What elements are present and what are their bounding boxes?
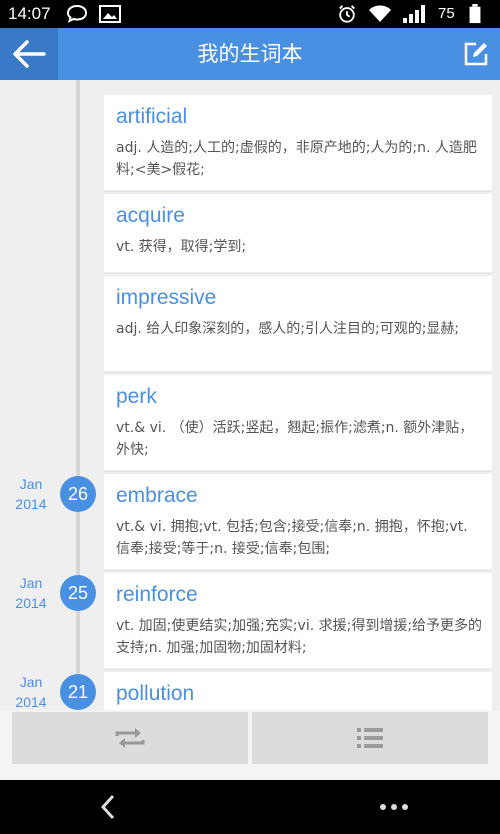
- review-button[interactable]: [12, 712, 248, 764]
- battery-level: 75: [438, 5, 455, 22]
- app-bar: 我的生词本: [0, 28, 500, 80]
- date-month: Jan: [19, 575, 43, 591]
- word-card: impressive adj. 给人印象深刻的，感人的;引人注目的;可观的;显赫…: [104, 276, 492, 371]
- status-bar: 14:07 75: [0, 0, 500, 28]
- chat-notification-icon: [66, 4, 88, 23]
- word-card: acquire vt. 获得，取得;学到;: [104, 194, 492, 272]
- definition-text: vt.& vi. （使）活跃;竖起，翘起;振作;滤煮;n. 额外津贴，外快;: [116, 420, 474, 458]
- system-menu-button[interactable]: [372, 788, 416, 826]
- signal-icon: [403, 5, 425, 23]
- date-year: 2014: [15, 694, 47, 710]
- list-item[interactable]: Jan 2014 21 pollution: [0, 670, 500, 710]
- back-button[interactable]: [0, 28, 58, 80]
- chevron-left-icon: [100, 794, 115, 820]
- word-card: perk vt.& vi. （使）活跃;竖起，翘起;振作;滤煮;n. 额外津贴，…: [104, 375, 492, 470]
- word-card: reinforce vt. 加固;使更结实;加强;充实;vi. 求援;得到增援;…: [104, 573, 492, 668]
- list-item[interactable]: acquire vt. 获得，取得;学到;: [0, 192, 500, 274]
- date-month: Jan: [19, 674, 43, 690]
- more-dots-icon: [380, 804, 408, 810]
- list-view-button[interactable]: [252, 712, 488, 764]
- definition-text: vt. 加固;使更结实;加强;充实;vi. 求援;得到增援;给予更多的支持;n.…: [116, 618, 483, 656]
- word-card: artificial adj. 人造的;人工的;虚假的，非原产地的;人为的;n.…: [104, 95, 492, 190]
- date-year: 2014: [15, 595, 47, 611]
- definition-text: vt.& vi. 拥抱;vt. 包括;包含;接受;信奉;n. 拥抱，怀抱;vt.…: [116, 519, 468, 557]
- wifi-icon: [369, 5, 391, 22]
- definition-text: adj. 给人印象深刻的，感人的;引人注目的;可观的;显赫;: [116, 321, 460, 337]
- status-time: 14:07: [8, 4, 51, 23]
- list-item[interactable]: impressive adj. 给人印象深刻的，感人的;引人注目的;可观的;显赫…: [0, 274, 500, 373]
- word-text: reinforce: [116, 583, 198, 606]
- alarm-icon: [339, 5, 355, 23]
- word-text: acquire: [116, 204, 185, 227]
- list-icon: [357, 728, 383, 748]
- date-year: 2014: [15, 496, 47, 512]
- word-list: artificial adj. 人造的;人工的;虚假的，非原产地的;人为的;n.…: [0, 80, 500, 710]
- edit-button[interactable]: [460, 38, 492, 70]
- image-notification-icon: [99, 5, 121, 23]
- list-item[interactable]: Jan 2014 26 embrace vt.& vi. 拥抱;vt. 包括;包…: [0, 472, 500, 571]
- word-text: perk: [116, 385, 157, 408]
- date-day-badge: 21: [60, 674, 96, 710]
- date-day-badge: 26: [60, 476, 96, 512]
- system-back-button[interactable]: [90, 788, 126, 826]
- definition-text: vt. 获得，取得;学到;: [116, 239, 247, 255]
- page-title: 我的生词本: [197, 42, 303, 66]
- system-nav-bar: [0, 780, 500, 834]
- word-list-container[interactable]: artificial adj. 人造的;人工的;虚假的，非原产地的;人为的;n.…: [0, 80, 500, 710]
- word-card: embrace vt.& vi. 拥抱;vt. 包括;包含;接受;信奉;n. 拥…: [104, 474, 492, 569]
- definition-text: adj. 人造的;人工的;虚假的，非原产地的;人为的;n. 人造肥料;<美>假花…: [116, 140, 477, 178]
- date-month: Jan: [19, 476, 43, 492]
- list-item[interactable]: artificial adj. 人造的;人工的;虚假的，非原产地的;人为的;n.…: [0, 93, 500, 192]
- word-text: pollution: [116, 682, 195, 705]
- list-item[interactable]: Jan 2014 25 reinforce vt. 加固;使更结实;加强;充实;…: [0, 571, 500, 670]
- bottom-toolbar: [0, 710, 500, 780]
- date-day-badge: 25: [60, 575, 96, 611]
- word-text: artificial: [116, 105, 188, 128]
- list-item[interactable]: perk vt.& vi. （使）活跃;竖起，翘起;振作;滤煮;n. 额外津贴，…: [0, 373, 500, 472]
- edit-icon: [464, 42, 488, 66]
- back-arrow-icon: [13, 40, 46, 68]
- word-card: pollution: [104, 672, 492, 710]
- word-text: embrace: [116, 484, 198, 507]
- shuffle-icon: [115, 728, 145, 748]
- word-text: impressive: [116, 286, 217, 309]
- battery-icon: [469, 4, 481, 24]
